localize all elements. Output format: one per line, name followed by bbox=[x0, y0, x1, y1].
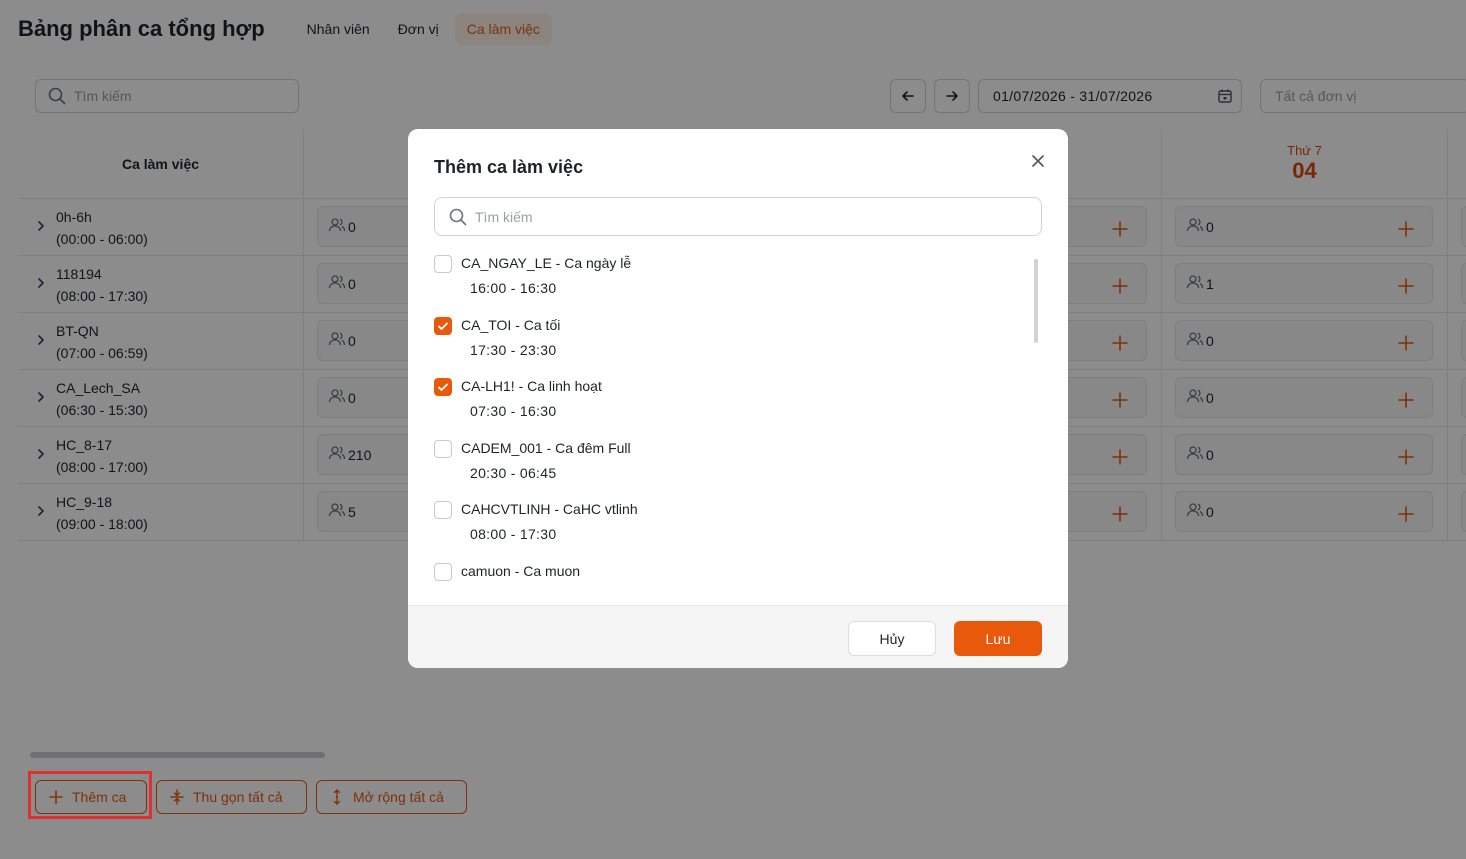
option-code: CA_TOI bbox=[461, 316, 512, 333]
option-separator: - bbox=[514, 378, 528, 395]
shift-option-list: CA_NGAY_LE - Ca ngày lễ 16:00 - 16:30 CA_T… bbox=[434, 251, 1034, 581]
option-separator: - bbox=[551, 255, 565, 271]
option-title: CA-LH1! - Ca linh hoạt bbox=[461, 378, 602, 394]
option-name: Ca tối bbox=[523, 316, 561, 333]
option-checkbox[interactable] bbox=[434, 501, 452, 520]
option-time: 08:00 - 17:30 bbox=[470, 526, 557, 543]
option-time: 07:30 - 16:30 bbox=[470, 403, 557, 420]
option-checkbox[interactable] bbox=[434, 316, 452, 335]
option-name: CaHC vtlinh bbox=[562, 501, 638, 518]
search-icon bbox=[449, 208, 467, 225]
modal-footer: Hủy Lưu bbox=[408, 605, 1068, 668]
option-separator: - bbox=[542, 439, 556, 456]
option-title: CA_NGAY_LE - Ca ngày lễ bbox=[461, 255, 631, 271]
option-separator: - bbox=[511, 316, 524, 333]
option-code: CA_NGAY_LE bbox=[461, 255, 552, 271]
option-code: camuon bbox=[461, 563, 511, 579]
option-separator: - bbox=[510, 563, 524, 579]
option-title: camuon - Ca muon bbox=[461, 563, 580, 579]
close-button[interactable] bbox=[1028, 151, 1048, 171]
option-checkbox[interactable] bbox=[434, 255, 452, 273]
option-name: Ca muon bbox=[523, 563, 581, 579]
shift-option[interactable]: CADEM_001 - Ca đêm Full 20:30 - 06:45 bbox=[434, 436, 1034, 496]
shift-option[interactable]: CA_NGAY_LE - Ca ngày lễ 16:00 - 16:30 bbox=[434, 251, 1034, 311]
option-name: Ca linh hoạt bbox=[527, 378, 602, 395]
modal-search-placeholder: Tìm kiếm bbox=[475, 208, 533, 225]
save-button[interactable]: Lưu bbox=[954, 621, 1042, 656]
shift-option[interactable]: CAHCVTLINH - CaHC vtlinh 08:00 - 17:30 bbox=[434, 497, 1034, 557]
option-time: 16:00 - 16:30 bbox=[470, 280, 557, 296]
option-time: 17:30 - 23:30 bbox=[470, 341, 557, 358]
highlight-annotation bbox=[28, 771, 152, 819]
close-icon bbox=[1032, 155, 1044, 167]
option-title: CA_TOI - Ca tối bbox=[461, 317, 560, 333]
option-code: CA-LH1! bbox=[461, 378, 515, 395]
option-separator: - bbox=[550, 501, 563, 518]
shift-option[interactable]: camuon - Ca muon bbox=[434, 559, 1034, 581]
option-name: Ca đêm Full bbox=[555, 439, 631, 456]
option-time: 20:30 - 06:45 bbox=[470, 464, 557, 481]
shift-option[interactable]: CA-LH1! - Ca linh hoạt 07:30 - 16:30 bbox=[434, 374, 1034, 434]
modal-title: Thêm ca làm việc bbox=[434, 157, 584, 177]
option-code: CAHCVTLINH bbox=[461, 501, 551, 518]
option-checkbox[interactable] bbox=[434, 563, 452, 581]
option-list-scrollbar[interactable] bbox=[1034, 259, 1038, 343]
option-code: CADEM_001 bbox=[461, 439, 543, 456]
option-checkbox[interactable] bbox=[434, 378, 452, 397]
option-checkbox[interactable] bbox=[434, 439, 452, 458]
add-shift-modal: Thêm ca làm việc Tìm kiếm CA_NGAY_LE - C… bbox=[408, 129, 1068, 668]
option-title: CADEM_001 - Ca đêm Full bbox=[461, 440, 631, 456]
shift-option[interactable]: CA_TOI - Ca tối 17:30 - 23:30 bbox=[434, 313, 1034, 373]
modal-search-input[interactable]: Tìm kiếm bbox=[434, 197, 1042, 236]
option-name: Ca ngày lễ bbox=[564, 255, 632, 271]
option-title: CAHCVTLINH - CaHC vtlinh bbox=[461, 501, 638, 517]
cancel-button[interactable]: Hủy bbox=[848, 621, 936, 656]
